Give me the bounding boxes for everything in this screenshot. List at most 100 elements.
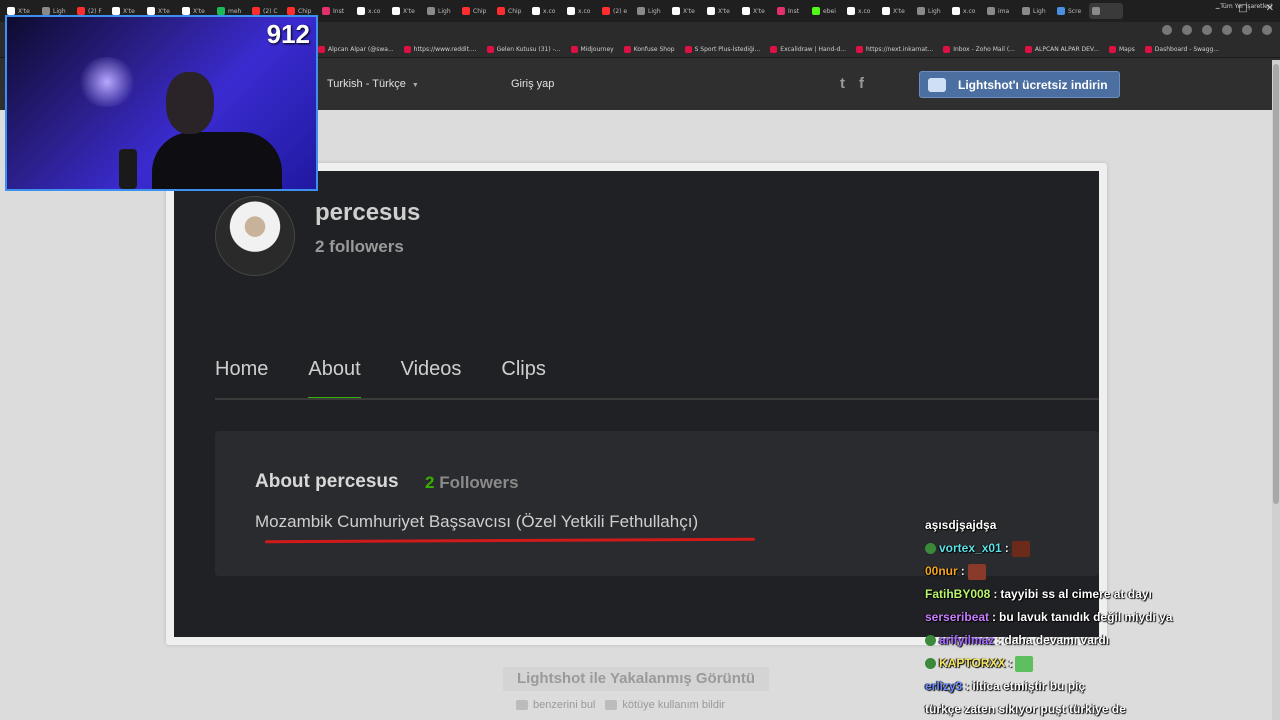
microphone-icon [119,149,137,189]
bookmark-label: https://www.reddit.... [413,46,477,53]
tab-favicon-icon [672,7,680,15]
bookmark-item[interactable]: Konfuse Shop [623,46,675,53]
bookmark-label: https://next.inkarnat... [866,46,934,53]
bookmark-item[interactable]: Inbox - Zoho Mail (... [943,46,1015,53]
bookmark-label: ALPCAN ALPAR DEV... [1034,46,1099,53]
chat-message: erlizy3: iltica etmiştir bu piç [925,675,1225,698]
browser-tab[interactable]: X'te [389,3,423,19]
language-select[interactable]: Turkish - Türkçe ▼ [327,78,419,90]
bookmark-item[interactable]: Alpcan Alpar (@swa... [318,46,394,53]
camera-icon [516,700,528,710]
zoom-icon[interactable] [1182,25,1192,35]
browser-tab[interactable]: x.co [844,3,878,19]
profile-bio: Mozambik Cumhuriyet Başsavcısı (Özel Yet… [255,512,699,531]
tab-favicon-icon [462,7,470,15]
browser-tab[interactable]: ebei [809,3,843,19]
tab-favicon-icon [287,7,295,15]
scrollbar-thumb[interactable] [1273,64,1279,504]
chat-text: iltica etmiştir bu piç [972,679,1086,693]
bookmark-favicon-icon [1144,46,1152,53]
browser-tab[interactable]: (2) e [599,3,633,19]
tab-favicon-icon [182,7,190,15]
chat-text: daha devamı vardı [1004,633,1110,647]
browser-tab-label: (2) F [88,7,102,15]
browser-tab[interactable]: Scre [1054,3,1088,19]
find-similar-link[interactable]: benzerini bul [516,699,595,711]
browser-tab[interactable]: Chip [459,3,493,19]
footer-links: benzerini bul kötüye kullanım bildir [516,699,725,711]
browser-tab[interactable]: x.co [949,3,983,19]
browser-tab-label: ima [998,7,1010,15]
social-links: t f [840,75,864,92]
download-button[interactable]: Lightshot'ı ücretsiz indirin [919,71,1120,98]
tab-favicon-icon [707,7,715,15]
browser-tab[interactable]: x.co [564,3,598,19]
chat-username: erlizy3 [925,679,963,693]
tab-favicon-icon [252,7,260,15]
avatar [215,196,295,276]
browser-tab-label: İnst [333,7,345,15]
report-abuse-link[interactable]: kötüye kullanım bildir [605,699,725,711]
browser-tab[interactable]: Chip [494,3,528,19]
bookmark-item[interactable]: S Sport Plus-İstediği... [684,46,760,53]
streamer-figure [152,72,282,189]
chat-message: 00nur: [925,560,1225,583]
browser-tab[interactable]: X'te [704,3,738,19]
bookmark-item[interactable]: https://next.inkarnat... [856,46,933,53]
extension-icon[interactable] [1222,25,1232,35]
browser-tab-label: X'te [403,7,415,15]
browser-tab[interactable]: İnst [319,3,353,19]
chat-separator: : [965,679,970,693]
browser-tab[interactable]: Ligh [1019,3,1053,19]
tab-favicon-icon [917,7,925,15]
browser-tab-label: x.co [368,7,381,15]
all-bookmarks[interactable]: Tüm Yer İşaretleri [1220,3,1272,10]
bookmark-item[interactable]: Dashboard - Swagg... [1144,46,1219,53]
login-link[interactable]: Giriş yap [511,78,554,90]
bookmark-item[interactable]: https://www.reddit.... [403,46,477,53]
bookmark-item[interactable]: Excalidraw | Hand-d... [770,46,846,53]
chat-emote-icon [1011,540,1030,557]
bookmark-favicon-icon [856,46,864,53]
facebook-icon[interactable]: f [859,75,864,92]
bookmark-favicon-icon [570,46,578,53]
webcam-overlay: 912 [5,15,318,191]
red-annotation-underline [264,537,756,544]
browser-tab[interactable]: ima [984,3,1018,19]
chat-username: serseribeat [925,610,990,624]
browser-tab[interactable] [1089,3,1123,19]
chat-message: serseribeat: bu lavuk tanıdık değil miydi… [925,606,1225,629]
browser-tab[interactable]: X'te [879,3,913,19]
bookmark-item[interactable]: Maps [1109,46,1135,53]
cast-icon[interactable] [1162,25,1172,35]
menu-icon[interactable] [1262,25,1272,35]
browser-tab[interactable]: x.co [529,3,563,19]
chat-text: bu lavuk tanıdık değil miydi ya [999,610,1173,624]
browser-tab[interactable]: İnst [774,3,808,19]
browser-tab[interactable]: Ligh [424,3,458,19]
tab-favicon-icon [777,7,785,15]
browser-tab[interactable]: Ligh [914,3,948,19]
chat-badge-icon [925,543,936,554]
chat-message: KAPTORXX: [925,652,1225,675]
bookmark-item[interactable]: Midjourney [570,46,614,53]
bookmark-star-icon[interactable] [1202,25,1212,35]
bookmark-item[interactable]: ALPCAN ALPAR DEV... [1024,46,1099,53]
report-abuse-label: kötüye kullanım bildir [622,699,726,711]
bookmark-favicon-icon [486,46,494,53]
bookmark-label: Excalidraw | Hand-d... [780,46,847,53]
browser-tab[interactable]: x.co [354,3,388,19]
bookmark-favicon-icon [943,46,951,53]
browser-tab-label: (2) C [263,7,278,15]
find-similar-label: benzerini bul [533,699,596,711]
browser-tab[interactable]: X'te [669,3,703,19]
twitter-icon[interactable]: t [840,75,845,92]
profile-icon[interactable] [1242,25,1252,35]
browser-tab-label: ebei [823,7,836,15]
browser-tab[interactable]: Ligh [634,3,668,19]
bookmark-favicon-icon [1024,46,1032,53]
bookmark-item[interactable]: Gelen Kutusu (31) -... [486,46,561,53]
browser-tab[interactable]: X'te [739,3,773,19]
tab-favicon-icon [322,7,330,15]
page-scrollbar[interactable] [1272,60,1280,720]
